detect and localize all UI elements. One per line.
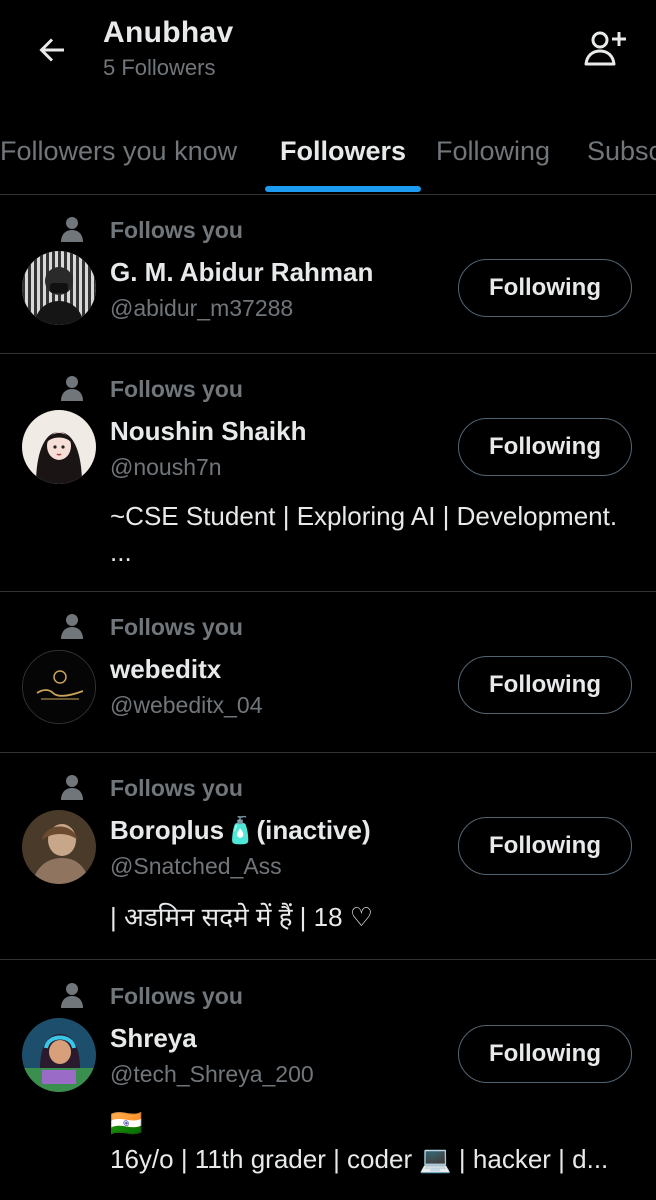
following-button[interactable]: Following	[458, 656, 632, 714]
list-item[interactable]: Follows you Boroplus🧴(inactive) @Snatche…	[0, 753, 656, 960]
user-handle[interactable]: @abidur_m37288	[110, 295, 293, 322]
user-handle[interactable]: @noush7n	[110, 454, 222, 481]
person-icon	[61, 376, 83, 401]
list-item[interactable]: Follows you webeditx @webeditx_04 Follow…	[0, 592, 656, 753]
add-user-button[interactable]	[580, 26, 630, 70]
follows-you-label: Follows you	[110, 217, 243, 243]
back-button[interactable]	[30, 28, 74, 72]
add-user-icon	[584, 31, 626, 66]
avatar[interactable]	[22, 1018, 96, 1092]
follows-you-label: Follows you	[110, 775, 243, 801]
follows-you-label: Follows you	[110, 983, 243, 1009]
user-bio: | अडमिन सदमे में हैं | 18 ♡	[110, 902, 374, 932]
follower-count: 5 Followers	[103, 55, 216, 80]
person-icon	[61, 614, 83, 639]
follows-you-label: Follows you	[110, 614, 243, 640]
user-handle[interactable]: @Snatched_Ass	[110, 853, 282, 880]
follows-you-label: Follows you	[110, 376, 243, 402]
user-name[interactable]: Boroplus🧴(inactive)	[110, 815, 371, 846]
profile-name: Anubhav	[103, 16, 234, 49]
active-tab-indicator	[265, 186, 421, 192]
person-icon	[61, 983, 83, 1008]
back-arrow-icon	[39, 38, 64, 62]
tab-following[interactable]: Following	[436, 136, 550, 167]
user-bio: ~CSE Student | Exploring AI | Developmen…	[110, 501, 618, 567]
list-item[interactable]: Follows you Noushin Shaikh @noush7n Foll…	[0, 354, 656, 592]
person-icon	[61, 217, 83, 242]
following-button[interactable]: Following	[458, 1025, 632, 1083]
user-name[interactable]: G. M. Abidur Rahman	[110, 257, 373, 288]
user-bio: 16y/o | 11th grader | coder 💻 | hacker |…	[110, 1144, 609, 1174]
person-icon	[61, 775, 83, 800]
top-bar: Anubhav 5 Followers	[0, 0, 656, 108]
user-handle[interactable]: @webeditx_04	[110, 692, 263, 719]
avatar[interactable]	[22, 650, 96, 724]
list-item[interactable]: Follows you Shreya @tech_Shreya_200 Foll…	[0, 961, 656, 1200]
following-button[interactable]: Following	[458, 817, 632, 875]
following-button[interactable]: Following	[458, 259, 632, 317]
following-button[interactable]: Following	[458, 418, 632, 476]
user-bio-flag: 🇮🇳	[110, 1108, 143, 1138]
tab-followers-you-know[interactable]: Followers you know	[0, 136, 237, 167]
avatar[interactable]	[22, 251, 96, 325]
user-name[interactable]: Shreya	[110, 1023, 197, 1054]
tab-subscriptions[interactable]: Subscriptions	[587, 136, 656, 167]
list-item[interactable]: Follows you G. M. Abidur Rahman @abidur_…	[0, 195, 656, 354]
user-handle[interactable]: @tech_Shreya_200	[110, 1061, 314, 1088]
avatar[interactable]	[22, 810, 96, 884]
avatar[interactable]	[22, 410, 96, 484]
user-name[interactable]: Noushin Shaikh	[110, 416, 306, 447]
user-name[interactable]: webeditx	[110, 654, 221, 685]
tab-followers[interactable]: Followers	[280, 136, 406, 167]
tab-bar: Followers you know Followers Following S…	[0, 110, 656, 195]
